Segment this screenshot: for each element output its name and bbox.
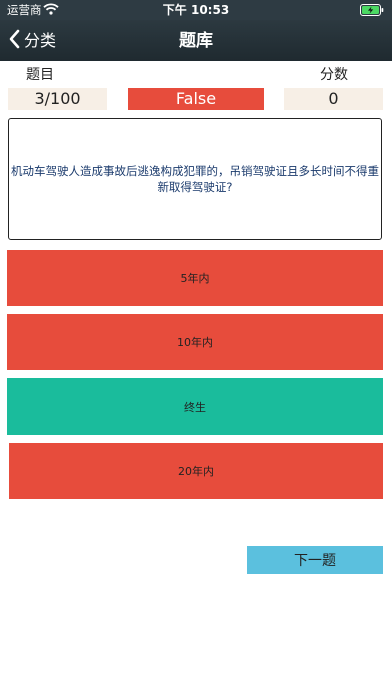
next-question-button[interactable]: 下一题	[247, 546, 383, 574]
question-box: 机动车驾驶人造成事故后逃逸构成犯罪的，吊销驾驶证且多长时间不得重新取得驾驶证?	[8, 118, 382, 240]
result-badge: False	[128, 88, 264, 110]
navigation-bar: 分类 题库	[0, 20, 392, 61]
question-count-label: 题目	[26, 67, 54, 83]
option-label: 5年内	[180, 272, 210, 285]
status-bar: 运营商 下午 10:53	[0, 0, 392, 20]
score-value: 0	[284, 88, 383, 110]
score-label: 分数	[320, 67, 348, 83]
option-button-3[interactable]: 终生	[7, 378, 383, 435]
option-button-2[interactable]: 10年内	[7, 314, 383, 370]
question-text: 机动车驾驶人造成事故后逃逸构成犯罪的，吊销驾驶证且多长时间不得重新取得驾驶证?	[11, 164, 379, 194]
option-label: 终生	[184, 400, 206, 414]
next-question-label: 下一题	[294, 553, 336, 569]
question-count-value: 3/100	[8, 88, 107, 110]
status-time: 下午 10:53	[162, 3, 230, 17]
battery-charging-icon	[360, 4, 384, 19]
option-button-4[interactable]: 20年内	[9, 443, 383, 499]
option-label: 20年内	[178, 465, 214, 478]
page-title: 题库	[179, 31, 213, 51]
option-button-1[interactable]: 5年内	[7, 250, 383, 306]
option-label: 10年内	[177, 336, 213, 349]
